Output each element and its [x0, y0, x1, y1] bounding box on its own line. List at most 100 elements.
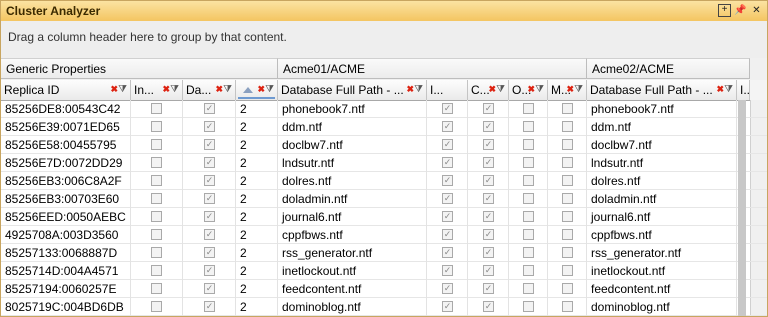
table-cell-id[interactable]: 85256E7D:0072DD29	[1, 154, 131, 172]
filter-icon[interactable]: ✖⧩	[163, 83, 179, 96]
table-cell-checkbox[interactable]	[509, 298, 548, 316]
table-cell-checkbox[interactable]	[183, 118, 236, 136]
table-cell-checkbox[interactable]	[183, 208, 236, 226]
checkbox-unchecked[interactable]	[523, 301, 534, 312]
checkbox-checked[interactable]	[483, 283, 494, 294]
table-cell-checkbox[interactable]	[468, 280, 509, 298]
checkbox-unchecked[interactable]	[151, 103, 162, 114]
table-cell-checkbox[interactable]	[427, 244, 468, 262]
table-cell-path1[interactable]: doclbw7.ntf	[278, 136, 427, 154]
table-cell-checkbox[interactable]	[548, 280, 587, 298]
table-cell-checkbox[interactable]	[548, 298, 587, 316]
checkbox-checked[interactable]	[204, 283, 215, 294]
checkbox-checked[interactable]	[442, 103, 453, 114]
table-cell-num[interactable]: 2	[236, 172, 278, 190]
table-cell-path1[interactable]: dominoblog.ntf	[278, 298, 427, 316]
table-cell-id[interactable]: 85256E39:0071ED65	[1, 118, 131, 136]
table-cell-checkbox[interactable]	[427, 208, 468, 226]
table-cell-id[interactable]: 85256E58:00455795	[1, 136, 131, 154]
checkbox-unchecked[interactable]	[562, 211, 573, 222]
table-cell-checkbox[interactable]	[468, 154, 509, 172]
table-cell-checkbox[interactable]	[548, 100, 587, 118]
table-cell-checkbox[interactable]	[427, 280, 468, 298]
table-cell-checkbox[interactable]	[548, 190, 587, 208]
table-cell-path2[interactable]: doladmin.ntf	[587, 190, 737, 208]
table-row[interactable]: 85256DE8:00543C422phonebook7.ntfphoneboo…	[1, 100, 767, 118]
table-cell-checkbox[interactable]	[548, 262, 587, 280]
table-cell-checkbox[interactable]	[427, 262, 468, 280]
table-cell-path1[interactable]: rss_generator.ntf	[278, 244, 427, 262]
maximize-icon[interactable]: +	[718, 4, 731, 17]
table-row[interactable]: 85256E7D:0072DD292lndsutr.ntflndsutr.ntf	[1, 154, 767, 172]
table-cell-checkbox[interactable]	[427, 154, 468, 172]
filter-icon[interactable]: ✖⧩	[407, 83, 423, 96]
filter-icon[interactable]: ✖⧩	[258, 83, 274, 96]
table-cell-path2[interactable]: ddm.ntf	[587, 118, 737, 136]
table-cell-checkbox[interactable]	[183, 298, 236, 316]
checkbox-checked[interactable]	[442, 301, 453, 312]
table-cell-checkbox[interactable]	[427, 226, 468, 244]
checkbox-unchecked[interactable]	[562, 283, 573, 294]
table-cell-checkbox[interactable]	[183, 262, 236, 280]
table-cell-checkbox[interactable]	[131, 136, 183, 154]
checkbox-checked[interactable]	[442, 283, 453, 294]
table-cell-checkbox[interactable]	[509, 154, 548, 172]
column-header-5[interactable]: I...	[427, 80, 468, 100]
checkbox-unchecked[interactable]	[523, 283, 534, 294]
table-cell-path2[interactable]: dominoblog.ntf	[587, 298, 737, 316]
checkbox-checked[interactable]	[483, 301, 494, 312]
table-cell-checkbox[interactable]	[131, 100, 183, 118]
filter-icon[interactable]: ✖⧩	[489, 83, 505, 96]
band-generic-properties[interactable]: Generic Properties	[1, 58, 278, 79]
table-cell-checkbox[interactable]	[131, 172, 183, 190]
table-cell-num[interactable]: 2	[236, 100, 278, 118]
table-cell-num[interactable]: 2	[236, 280, 278, 298]
column-header-1[interactable]: In... ✖⧩	[131, 80, 183, 100]
checkbox-checked[interactable]	[204, 103, 215, 114]
checkbox-checked[interactable]	[442, 265, 453, 276]
checkbox-unchecked[interactable]	[151, 229, 162, 240]
table-cell-id[interactable]: 85257194:0060257E	[1, 280, 131, 298]
table-cell-path1[interactable]: doladmin.ntf	[278, 190, 427, 208]
table-cell-id[interactable]: 4925708A:003D3560	[1, 226, 131, 244]
checkbox-unchecked[interactable]	[151, 265, 162, 276]
table-row[interactable]: 85257194:0060257E2feedcontent.ntffeedcon…	[1, 280, 767, 298]
table-cell-path1[interactable]: cppfbws.ntf	[278, 226, 427, 244]
table-cell-id[interactable]: 85256EB3:00703E60	[1, 190, 131, 208]
table-row[interactable]: 4925708A:003D35602cppfbws.ntfcppfbws.ntf	[1, 226, 767, 244]
table-cell-checkbox[interactable]	[468, 244, 509, 262]
table-cell-checkbox[interactable]	[427, 136, 468, 154]
column-header-4[interactable]: Database Full Path - ... ✖⧩	[278, 80, 427, 100]
checkbox-unchecked[interactable]	[151, 175, 162, 186]
checkbox-unchecked[interactable]	[523, 121, 534, 132]
close-icon[interactable]: ✕	[750, 4, 763, 17]
checkbox-checked[interactable]	[483, 265, 494, 276]
checkbox-unchecked[interactable]	[151, 211, 162, 222]
checkbox-checked[interactable]	[204, 193, 215, 204]
table-cell-path2[interactable]: feedcontent.ntf	[587, 280, 737, 298]
table-cell-checkbox[interactable]	[468, 226, 509, 244]
table-cell-path2[interactable]: doclbw7.ntf	[587, 136, 737, 154]
checkbox-unchecked[interactable]	[562, 175, 573, 186]
checkbox-unchecked[interactable]	[562, 193, 573, 204]
table-cell-checkbox[interactable]	[548, 226, 587, 244]
checkbox-checked[interactable]	[483, 175, 494, 186]
checkbox-checked[interactable]	[442, 121, 453, 132]
band-acme02[interactable]: Acme02/ACME	[587, 58, 750, 79]
checkbox-checked[interactable]	[442, 139, 453, 150]
table-cell-id[interactable]: 8025719C:004BD6DB	[1, 298, 131, 316]
column-header-9[interactable]: Database Full Path - ... ✖⧩	[587, 80, 737, 100]
table-cell-checkbox[interactable]	[131, 298, 183, 316]
checkbox-unchecked[interactable]	[562, 301, 573, 312]
table-cell-checkbox[interactable]	[509, 100, 548, 118]
table-cell-checkbox[interactable]	[183, 136, 236, 154]
checkbox-checked[interactable]	[204, 265, 215, 276]
checkbox-unchecked[interactable]	[151, 283, 162, 294]
table-cell-path1[interactable]: phonebook7.ntf	[278, 100, 427, 118]
checkbox-unchecked[interactable]	[523, 175, 534, 186]
table-cell-checkbox[interactable]	[183, 190, 236, 208]
filter-icon[interactable]: ✖⧩	[111, 83, 127, 96]
checkbox-checked[interactable]	[442, 157, 453, 168]
column-header-2[interactable]: Da... ✖⧩	[183, 80, 236, 100]
table-cell-id[interactable]: 85256EB3:006C8A2F	[1, 172, 131, 190]
